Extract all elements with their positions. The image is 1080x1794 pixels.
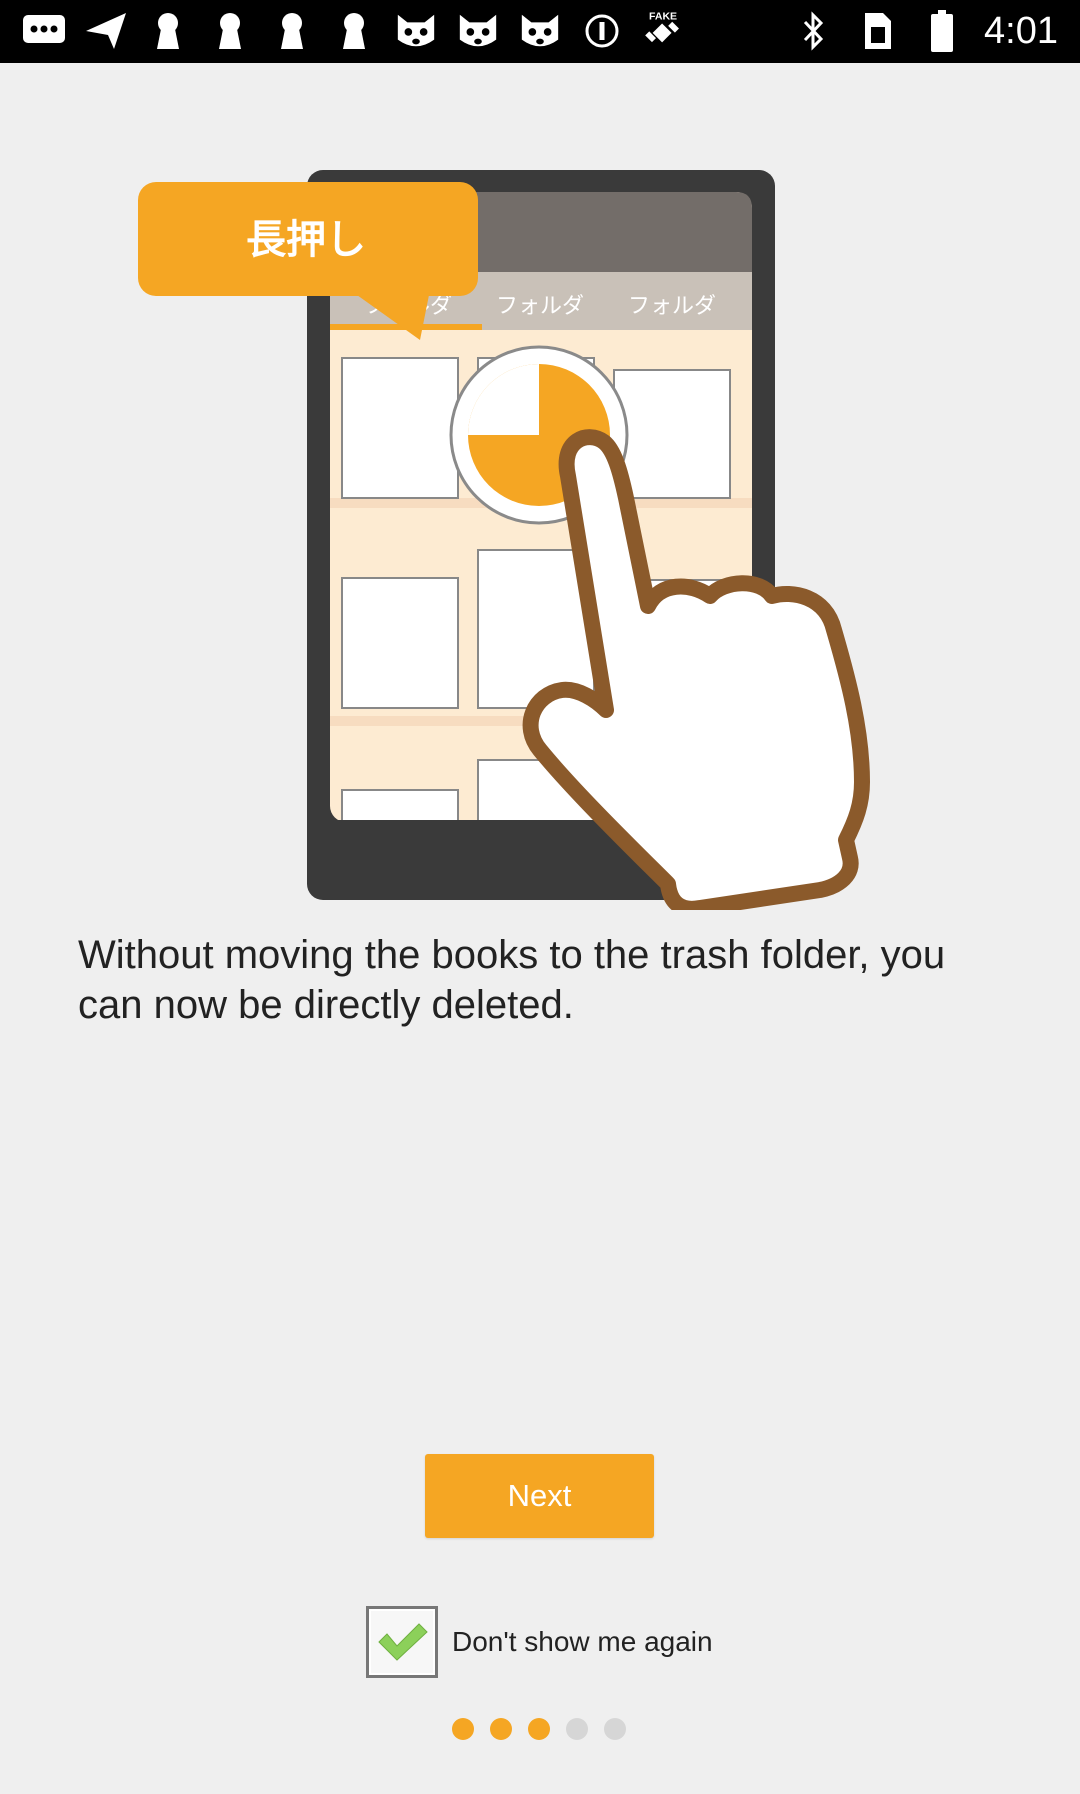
info-circle-icon [580,8,624,54]
system-icons: 4:01 [792,6,1058,56]
status-bar: FAKE 4:01 [0,0,1080,63]
book-thumbnail [613,369,731,499]
page-dot [528,1718,550,1740]
fake-gps-icon: FAKE [642,8,686,54]
sim-card-icon [856,8,900,54]
page-dot [490,1718,512,1740]
tutorial-description: Without moving the books to the trash fo… [78,933,946,1027]
status-time: 4:01 [984,10,1058,52]
tutorial-illustration: フォルダ フォルダ フォルダ 長押し [138,170,870,910]
page-dot [452,1718,474,1740]
bluetooth-icon [792,8,836,54]
cat-icon [456,8,500,54]
keyhole-icon [332,8,376,54]
message-icon [22,8,66,54]
keyhole-icon [146,8,190,54]
dont-show-again-checkbox[interactable] [366,1606,438,1678]
dont-show-again-label[interactable]: Don't show me again [452,1626,713,1658]
cat-icon [518,8,562,54]
notification-icons: FAKE [22,8,686,54]
book-thumbnail [341,357,459,499]
folder-tab-3: フォルダ [628,294,716,319]
page-dot [604,1718,626,1740]
keyhole-icon [208,8,252,54]
battery-icon [920,8,964,54]
navigation-icon [84,8,128,54]
fake-label: FAKE [649,11,677,23]
next-button[interactable]: Next [425,1454,654,1538]
cat-icon [394,8,438,54]
page-dot [566,1718,588,1740]
keyhole-icon [270,8,314,54]
page-indicator [452,1718,626,1740]
checkmark-icon [378,1623,428,1661]
book-thumbnail [341,577,459,709]
folder-tab-2: フォルダ [496,294,584,319]
dont-show-again-option[interactable]: Don't show me again [366,1604,713,1680]
bubble-text: 長押し [246,217,366,263]
